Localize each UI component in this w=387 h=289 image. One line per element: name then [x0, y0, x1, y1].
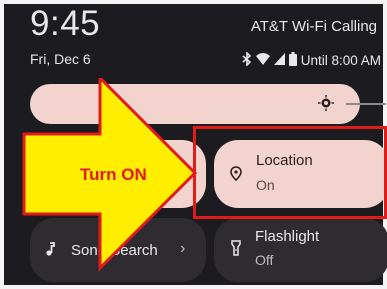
- annotation-label: Turn ON: [80, 165, 147, 184]
- flashlight-state: Off: [255, 252, 274, 268]
- clock-time: 9:45: [30, 4, 101, 43]
- date-label: Fri, Dec 6: [30, 51, 91, 67]
- wifi-icon: [255, 53, 270, 68]
- highlight-box: [193, 126, 387, 219]
- flashlight-title: Flashlight: [255, 228, 320, 245]
- signal-icon: [273, 53, 285, 68]
- bluetooth-icon: [242, 51, 252, 69]
- status-icons: Until 8:00 AM: [242, 51, 381, 69]
- flashlight-tile[interactable]: Flashlight Off: [214, 218, 387, 282]
- alarm-label: Until 8:00 AM: [300, 53, 381, 68]
- brightness-track: [346, 103, 386, 105]
- carrier-label: AT&T Wi-Fi Calling: [250, 18, 377, 35]
- battery-icon: [288, 52, 297, 69]
- flashlight-icon: [231, 240, 241, 261]
- brightness-icon: [318, 95, 334, 111]
